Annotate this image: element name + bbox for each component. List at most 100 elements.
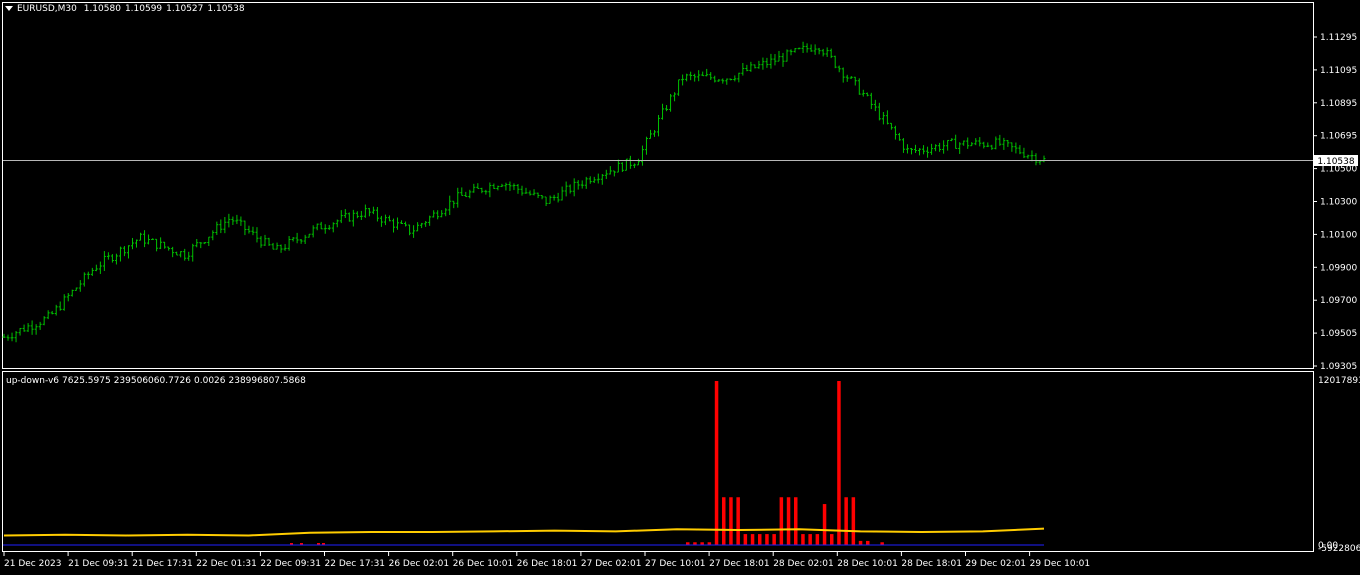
price-bar xyxy=(239,216,243,226)
price-bar xyxy=(934,144,938,152)
price-bar xyxy=(773,54,777,66)
price-bar xyxy=(825,47,829,57)
price-bar xyxy=(661,103,665,120)
price-bar xyxy=(677,79,681,96)
price-bar xyxy=(909,147,913,155)
price-bar xyxy=(701,71,705,77)
chevron-down-icon[interactable] xyxy=(5,6,13,11)
price-bar xyxy=(114,253,118,265)
price-bar xyxy=(468,189,472,199)
price-bar xyxy=(761,57,765,70)
price-bar xyxy=(540,194,544,200)
price-bar xyxy=(789,49,793,56)
indicator-bar xyxy=(765,534,769,545)
price-bar xyxy=(584,176,588,189)
indicator-header: up-down-v6 7625.5975 239506060.7726 0.0026 2… xyxy=(6,376,309,386)
price-bar xyxy=(279,244,283,253)
price-bar xyxy=(259,236,263,248)
indicator-bar xyxy=(772,534,776,545)
price-bar xyxy=(135,239,139,248)
price-bar xyxy=(1034,153,1038,166)
price-bar xyxy=(420,222,424,229)
price-bar xyxy=(412,225,416,238)
open-price: 1.10580 xyxy=(83,4,121,14)
price-bar xyxy=(576,180,580,190)
price-bar xyxy=(231,216,235,225)
price-bar xyxy=(797,47,801,50)
price-bar xyxy=(805,43,809,53)
price-bar xyxy=(998,134,1002,146)
price-tick-label: 1.10300 xyxy=(1320,198,1357,208)
price-bar xyxy=(460,187,464,196)
price-bar xyxy=(636,158,640,166)
price-bar xyxy=(464,191,468,198)
price-bar xyxy=(560,186,564,201)
price-bar xyxy=(38,321,42,330)
indicator-bar xyxy=(844,497,848,545)
price-bar xyxy=(255,227,259,243)
price-bar xyxy=(817,47,821,55)
price-bar xyxy=(524,187,528,194)
price-bar xyxy=(536,192,540,199)
indicator-bar xyxy=(743,534,748,545)
price-bar xyxy=(54,304,58,316)
price-bar xyxy=(383,214,387,226)
price-bar xyxy=(665,105,669,112)
indicator-bar xyxy=(729,497,733,545)
price-bar xyxy=(215,221,219,235)
price-bar xyxy=(785,49,789,62)
price-bars xyxy=(2,41,1046,343)
price-bar xyxy=(26,323,30,332)
price-bar xyxy=(432,210,436,218)
price-bar xyxy=(877,102,881,121)
price-bar xyxy=(1002,137,1006,150)
price-bar xyxy=(520,185,524,196)
price-bar xyxy=(183,248,187,261)
price-bar xyxy=(813,44,817,55)
price-bar xyxy=(139,232,143,241)
indicator-bar xyxy=(801,534,805,545)
chart-window[interactable]: 1.112951.110951.108951.106951.105001.103… xyxy=(0,0,1360,575)
price-tick-label: 1.09700 xyxy=(1320,296,1357,306)
price-bar xyxy=(873,99,877,112)
price-bar xyxy=(311,225,315,238)
price-bar xyxy=(110,254,114,263)
price-bar xyxy=(191,243,195,262)
price-bar xyxy=(869,92,873,110)
time-tick-label: 28 Dec 02:01 xyxy=(773,559,834,569)
indicator-bar xyxy=(808,534,812,545)
price-bar xyxy=(616,159,620,173)
time-tick-label: 22 Dec 01:31 xyxy=(196,559,257,569)
price-bar xyxy=(223,217,227,234)
price-bar xyxy=(500,183,504,188)
price-bar xyxy=(741,62,745,76)
price-bar xyxy=(986,142,990,148)
price-bar xyxy=(199,242,203,249)
price-bar xyxy=(303,234,307,244)
price-bar xyxy=(673,92,677,102)
indicator-bar xyxy=(851,497,856,545)
time-tick-label: 26 Dec 02:01 xyxy=(389,559,450,569)
price-bar xyxy=(295,232,299,244)
price-bar xyxy=(243,220,247,236)
time-tick-label: 22 Dec 17:31 xyxy=(325,559,386,569)
indicator-value-2: 239506060.7726 xyxy=(113,376,191,386)
price-bar xyxy=(339,210,343,224)
price-bar xyxy=(387,215,391,222)
price-bar xyxy=(299,239,303,244)
time-tick-label: 26 Dec 18:01 xyxy=(517,559,578,569)
price-bar xyxy=(1022,147,1026,159)
price-bar xyxy=(644,136,648,155)
price-bar xyxy=(287,236,291,251)
price-bar xyxy=(1014,142,1018,154)
price-bar xyxy=(74,287,78,291)
price-bar xyxy=(408,224,412,236)
price-bar xyxy=(849,76,853,79)
price-bar xyxy=(492,183,496,189)
price-bar xyxy=(769,53,773,69)
price-bar xyxy=(496,185,500,191)
indicator-bars xyxy=(290,381,884,545)
price-bar xyxy=(958,142,962,154)
price-bar xyxy=(829,48,833,59)
price-bar xyxy=(371,206,375,215)
